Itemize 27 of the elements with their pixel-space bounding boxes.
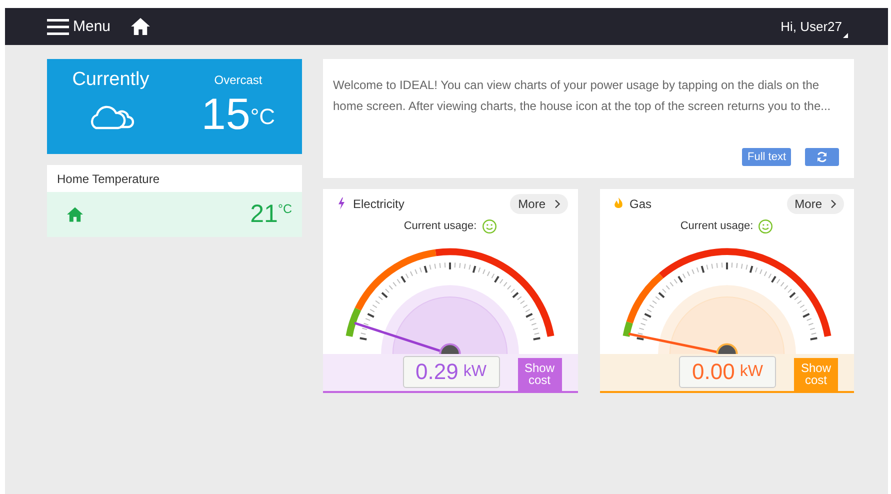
- usage-label: Current usage:: [404, 220, 477, 232]
- weather-condition: Overcast: [214, 73, 262, 87]
- meter-card[interactable]: Gas More Current usage: 0.00 kW Show cost: [600, 189, 854, 393]
- more-button[interactable]: More: [510, 194, 568, 214]
- lightning-icon: [337, 196, 346, 212]
- menu-icon: [47, 18, 69, 34]
- reading-field: 0.29 kW: [402, 356, 500, 388]
- smiley-icon: [482, 218, 497, 234]
- meter-title: Electricity: [353, 196, 404, 211]
- reading-field: 0.00 kW: [679, 356, 776, 388]
- outdoor-temperature: 15$^{°C}$: [201, 93, 276, 137]
- usage-label: Current usage:: [680, 220, 754, 232]
- smiley-icon: [758, 218, 774, 234]
- refresh-button[interactable]: [805, 148, 839, 166]
- chevron-icon: [554, 198, 560, 209]
- menu-button[interactable]: Menu: [47, 18, 111, 35]
- welcome-message: Welcome to IDEAL! You can view charts of your power usage by tapping on the dials on the home screen. After viewing charts, the house icon at the top of the screen returns you to the...: [333, 77, 832, 115]
- home-icon[interactable]: [130, 18, 150, 35]
- chevron-icon: [830, 198, 836, 209]
- refresh-icon: [816, 151, 828, 163]
- weather-title: Currently: [72, 69, 150, 91]
- meter-title: Gas: [630, 196, 652, 211]
- home-icon: [67, 207, 83, 222]
- meter-card[interactable]: Electricity More Current usage: 0.29 kW Show cost: [323, 189, 578, 393]
- card-title: Home Temperature: [56, 171, 160, 188]
- home-temperature: 21$^{°C}$: [250, 200, 292, 229]
- more-button[interactable]: More: [786, 194, 844, 214]
